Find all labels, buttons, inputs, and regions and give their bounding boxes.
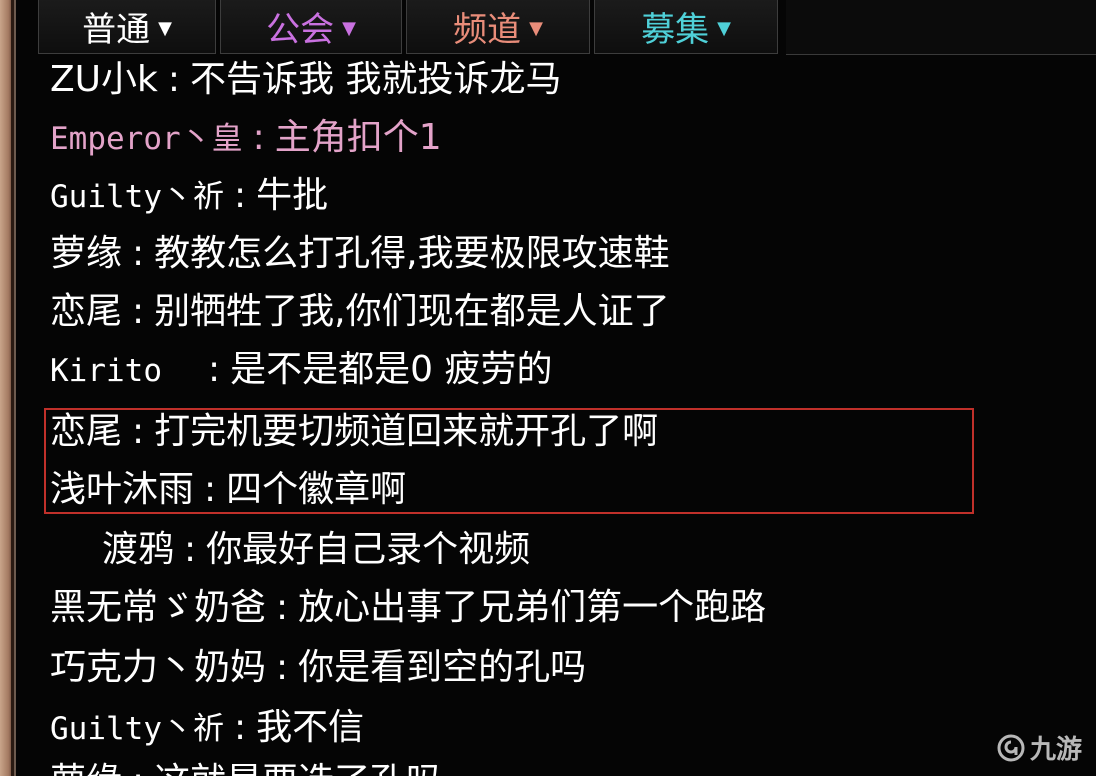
- message-separator: :: [276, 647, 289, 688]
- background-edge: [0, 0, 14, 776]
- tab-recruit-label: 募集: [641, 10, 710, 50]
- chat-message: 恋尾: 别牺牲了我,你们现在都是人证了: [50, 286, 670, 338]
- message-separator: :: [132, 291, 145, 332]
- message-separator: :: [233, 175, 247, 216]
- sender-name[interactable]: Guilty丶祈: [50, 179, 224, 215]
- sender-name[interactable]: 恋尾: [50, 291, 122, 332]
- message-text: 教教怎么打孔得,我要极限攻速鞋: [154, 233, 670, 274]
- message-separator: :: [233, 707, 247, 748]
- chevron-down-icon: ▼: [529, 17, 543, 39]
- message-text: 主角扣个1: [274, 117, 442, 158]
- chat-tab-bar: 普通 ▼ 公会 ▼ 频道 ▼ 募集 ▼: [38, 0, 778, 54]
- tab-guild[interactable]: 公会 ▼: [220, 0, 402, 54]
- screenshot-stage: 普通 ▼ 公会 ▼ 频道 ▼ 募集 ▼ ZU小k: 不告诉我 我就投诉龙马 Emp…: [0, 0, 1096, 776]
- sender-name[interactable]: Kirito: [50, 353, 162, 389]
- message-text: 牛批: [256, 175, 329, 216]
- message-text: 你最好自己录个视频: [206, 529, 531, 570]
- watermark-text: 九游: [1029, 735, 1082, 765]
- chat-message: 萝缘: 教教怎么打孔得,我要极限攻速鞋: [50, 228, 670, 280]
- message-text: 不告诉我 我就投诉龙马: [190, 59, 562, 100]
- message-separator: :: [122, 761, 154, 776]
- message-separator: :: [252, 117, 265, 158]
- chevron-down-icon: ▼: [717, 17, 731, 39]
- message-text: 我不信: [256, 707, 365, 748]
- message-text: 是不是都是0 疲劳的: [230, 349, 553, 390]
- tab-recruit[interactable]: 募集 ▼: [594, 0, 778, 54]
- tab-normal-label: 普通: [82, 10, 151, 50]
- sender-name[interactable]: Emperor丶皇: [50, 121, 243, 157]
- message-separator: :: [167, 59, 181, 100]
- message-text: 你是看到空的孔吗: [298, 647, 587, 688]
- message-text: 四个徽章啊: [226, 469, 407, 510]
- tab-channel[interactable]: 频道 ▼: [406, 0, 590, 54]
- chat-message: 黑无常ゞ奶爸: 放心出事了兄弟们第一个跑路: [50, 582, 766, 634]
- message-separator: :: [132, 411, 145, 452]
- sender-name[interactable]: ZU小k: [50, 59, 158, 100]
- sender-name[interactable]: Guilty丶祈: [50, 711, 224, 747]
- chat-message: 巧克力丶奶妈: 你是看到空的孔吗: [50, 642, 586, 694]
- message-text: 打完机要切频道回来就开孔了啊: [154, 411, 659, 452]
- message-text: 别牺牲了我,你们现在都是人证了: [154, 291, 670, 332]
- sender-name[interactable]: 黑无常ゞ奶爸: [50, 587, 266, 628]
- message-text: 这就是要选了孔吗: [154, 761, 442, 776]
- chat-message: Guilty丶祈: 我不信: [50, 702, 364, 755]
- tab-channel-label: 频道: [453, 10, 522, 50]
- message-separator: :: [276, 587, 289, 628]
- message-text: 放心出事了兄弟们第一个跑路: [298, 587, 767, 628]
- chat-window: 普通 ▼ 公会 ▼ 频道 ▼ 募集 ▼ ZU小k: 不告诉我 我就投诉龙马 Emp…: [14, 0, 1096, 776]
- chat-message: Emperor丶皇: 主角扣个1: [50, 112, 442, 165]
- nine-game-logo-icon: [997, 734, 1025, 761]
- chevron-down-icon: ▼: [342, 17, 356, 39]
- tab-normal[interactable]: 普通 ▼: [38, 0, 216, 54]
- sender-name[interactable]: 渡鸦: [102, 529, 174, 570]
- chevron-down-icon: ▼: [158, 17, 172, 39]
- sender-name[interactable]: 萝缘: [50, 761, 122, 776]
- sender-name[interactable]: 巧克力丶奶妈: [50, 647, 266, 688]
- chat-message: ZU小k: 不告诉我 我就投诉龙马: [50, 56, 561, 106]
- message-separator: :: [184, 529, 197, 570]
- chat-message-list[interactable]: ZU小k: 不告诉我 我就投诉龙马 Emperor丶皇: 主角扣个1 Guilty丶…: [50, 56, 1080, 776]
- message-separator: :: [132, 233, 145, 274]
- chat-message-highlighted: 恋尾: 打完机要切频道回来就开孔了啊: [50, 406, 658, 458]
- sender-name[interactable]: 萝缘: [50, 233, 122, 274]
- watermark: 九游: [996, 729, 1082, 766]
- tab-guild-label: 公会: [266, 10, 335, 50]
- chat-message-highlighted: 浅叶沐雨: 四个徽章啊: [50, 464, 406, 516]
- chat-message: 渡鸦: 你最好自己录个视频: [102, 524, 530, 576]
- message-separator: :: [204, 469, 217, 510]
- chat-message: Guilty丶祈: 牛批: [50, 170, 328, 223]
- tab-bar-filler: [786, 0, 1096, 55]
- message-separator: :: [207, 349, 221, 390]
- sender-name[interactable]: 恋尾: [50, 411, 122, 452]
- chat-message: 萝缘:这就是要选了孔吗: [50, 756, 442, 776]
- chat-message: Kirito: 是不是都是0 疲劳的: [50, 344, 552, 397]
- sender-name[interactable]: 浅叶沐雨: [50, 469, 194, 510]
